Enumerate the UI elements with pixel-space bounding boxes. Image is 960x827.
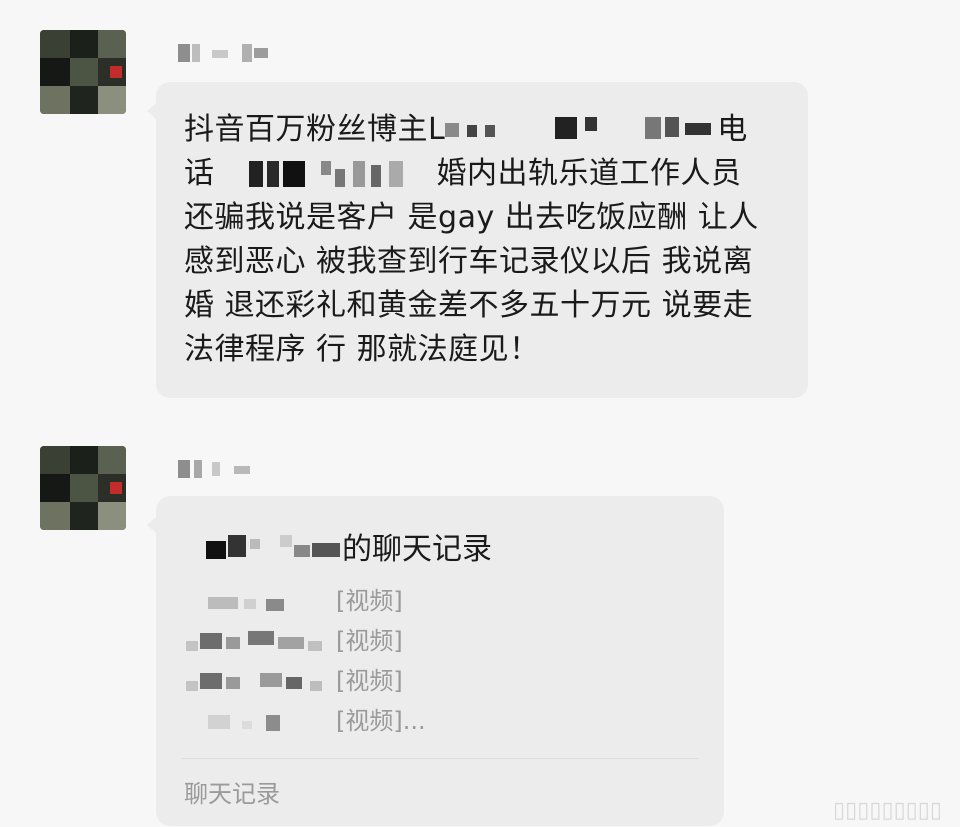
message-line: 还骗我说是客户 是gay 出去吃饭应酬 让人	[184, 200, 759, 235]
redacted-sender	[186, 711, 336, 731]
chat-record-item: [视频]	[186, 586, 403, 616]
sender-name-redacted	[178, 44, 278, 62]
redacted-sender	[186, 631, 336, 651]
chat-record-card[interactable]: 的聊天记录 [视频] [视频] [视频] [视频]... 聊天记录	[147, 496, 724, 826]
redacted-sender	[186, 591, 336, 611]
redacted-sender	[186, 671, 336, 691]
message-line: 话 婚内出轨乐道工作人员	[184, 156, 742, 191]
sender-name-redacted	[178, 460, 278, 478]
redacted-phone	[221, 161, 431, 187]
redacted-chat-name	[206, 535, 342, 561]
message-line: 婚 退还彩礼和黄金差不多五十万元 说要走	[184, 288, 754, 323]
sender-avatar[interactable]	[40, 30, 126, 114]
chat-record-divider	[182, 758, 698, 759]
message-bubble[interactable]: 抖音百万粉丝博主L 电 话 婚内出轨乐道工作人员 还骗我说是客户 是gay 出去…	[147, 82, 808, 398]
chat-record-item: [视频]...	[186, 706, 426, 736]
message-line: 感到恶心 被我查到行车记录仪以后 我说离	[184, 244, 754, 279]
chat-record-title: 的聊天记录	[206, 530, 492, 570]
chat-record-footer-label: 聊天记录	[184, 780, 280, 808]
message-line: 抖音百万粉丝博主L 电	[184, 112, 748, 147]
watermark: ▯▯▯▯▯▯▯▯▯	[833, 797, 942, 822]
redacted-name	[445, 117, 717, 141]
message-line: 法律程序 行 那就法庭见！	[184, 332, 540, 367]
chat-record-item: [视频]	[186, 626, 403, 656]
sender-avatar[interactable]	[40, 446, 126, 530]
chat-record-item: [视频]	[186, 666, 403, 696]
